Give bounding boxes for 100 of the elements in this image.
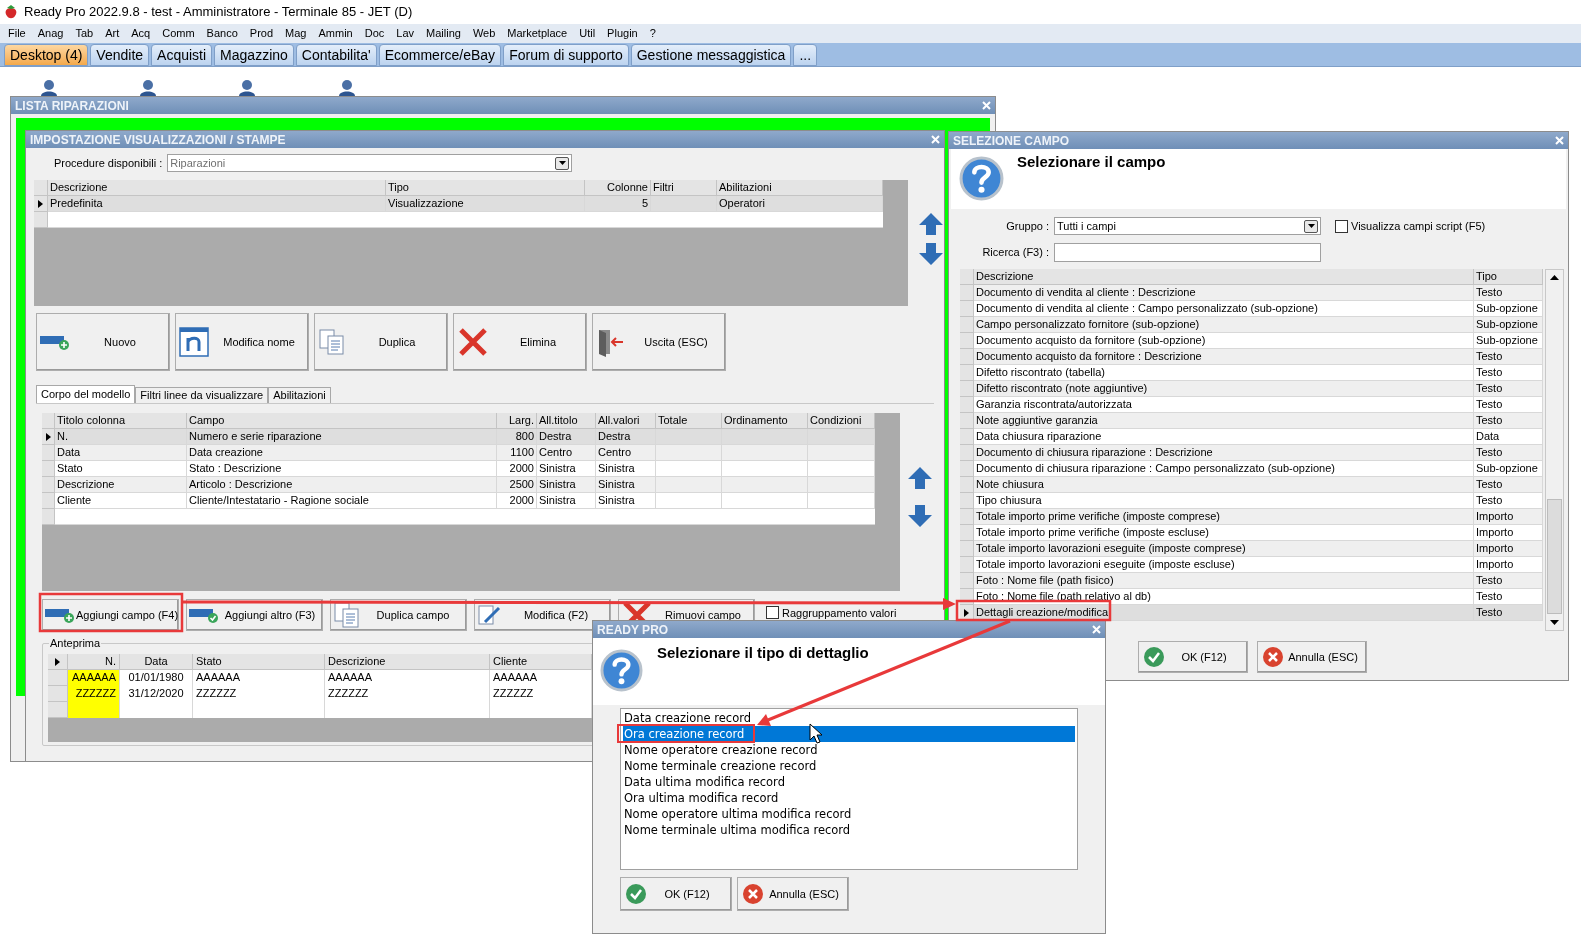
close-icon[interactable]: [1092, 625, 1101, 634]
menu-item[interactable]: Tab: [69, 25, 100, 42]
user-icon[interactable]: [139, 79, 157, 96]
column-header[interactable]: Descrizione: [974, 269, 1474, 285]
column-header[interactable]: All.titolo: [537, 413, 596, 429]
user-icon[interactable]: [238, 79, 256, 96]
menu-item[interactable]: Lav: [390, 25, 420, 42]
grid-corner: [42, 413, 55, 429]
toolbar-button[interactable]: Modifica nome: [175, 313, 309, 371]
scroll-thumb[interactable]: [1547, 499, 1562, 614]
row-pointer-icon: [55, 657, 60, 666]
list-item[interactable]: Data ultima modifica record: [623, 774, 1075, 790]
dialog-button[interactable]: OK (F12): [620, 877, 732, 911]
dropdown-button[interactable]: [555, 156, 570, 170]
list-item[interactable]: Ora creazione record: [623, 726, 1075, 742]
column-header[interactable]: All.valori: [596, 413, 656, 429]
search-field[interactable]: [1054, 243, 1321, 262]
scroll-up-icon[interactable]: [1550, 275, 1559, 280]
menu-item[interactable]: Doc: [358, 25, 391, 42]
menu-item[interactable]: Art: [99, 25, 126, 42]
dropdown-button[interactable]: [1304, 219, 1318, 233]
tab[interactable]: Gestione messaggistica: [630, 44, 792, 66]
tab[interactable]: Corpo del modello: [36, 385, 136, 403]
column-header[interactable]: Colonne: [585, 180, 651, 196]
menu-item[interactable]: Web: [466, 25, 502, 42]
menu-item[interactable]: Prod: [243, 25, 280, 42]
column-header[interactable]: Descrizione: [48, 180, 386, 196]
column-header[interactable]: Larg.: [497, 413, 537, 429]
row-header[interactable]: [42, 429, 55, 445]
menu-item[interactable]: Acq: [125, 25, 157, 42]
documents-icon: [318, 328, 346, 356]
tab[interactable]: Filtri linee da visualizzare: [135, 387, 269, 403]
list-item[interactable]: Nome operatore ultima modifica record: [623, 806, 1075, 822]
tab[interactable]: Forum di supporto: [503, 44, 629, 66]
user-icon[interactable]: [40, 79, 58, 96]
column-header[interactable]: Campo: [187, 413, 497, 429]
dialog-button[interactable]: Annulla (ESC): [737, 877, 849, 911]
toolbar-button[interactable]: Duplica: [314, 313, 448, 371]
tab[interactable]: Vendite: [90, 44, 150, 66]
column-header[interactable]: Data: [120, 654, 193, 670]
move-up-icon[interactable]: [918, 211, 944, 237]
column-header[interactable]: Ordinamento: [722, 413, 808, 429]
list-item[interactable]: Nome operatore creazione record: [623, 742, 1075, 758]
menu-item[interactable]: Banco: [200, 25, 244, 42]
tab[interactable]: ...: [793, 44, 818, 66]
move-down-icon[interactable]: [907, 503, 933, 529]
tab[interactable]: Magazzino: [214, 44, 294, 66]
user-icon[interactable]: [338, 79, 356, 96]
close-icon[interactable]: [1555, 136, 1564, 145]
menu-item[interactable]: Util: [573, 25, 602, 42]
column-header[interactable]: Tipo: [1474, 269, 1543, 285]
checkbox[interactable]: [1335, 219, 1348, 233]
scrollbar[interactable]: [1545, 269, 1564, 631]
list-item[interactable]: Ora ultima modifica record: [623, 790, 1075, 806]
menu-item[interactable]: Plugin: [601, 25, 644, 42]
close-icon[interactable]: [931, 135, 940, 144]
dialog-button[interactable]: OK (F12): [1138, 641, 1248, 673]
column-header[interactable]: Tipo: [386, 180, 585, 196]
toolbar-button[interactable]: Elimina: [453, 313, 587, 371]
table-cell: [656, 461, 722, 477]
menu-item[interactable]: Mag: [279, 25, 313, 42]
checkbox[interactable]: [766, 606, 779, 619]
menu-item[interactable]: Comm: [156, 25, 201, 42]
scroll-down-icon[interactable]: [1550, 620, 1559, 625]
action-button[interactable]: Aggiungi campo (F4): [42, 599, 179, 631]
move-down-icon[interactable]: [918, 241, 944, 267]
table-cell: Note chiusura: [974, 477, 1474, 493]
list-item[interactable]: Data creazione record: [623, 710, 1075, 726]
select-field[interactable]: Tutti i campi: [1054, 217, 1321, 235]
select-field[interactable]: Riparazioni: [167, 154, 573, 172]
menu-item[interactable]: File: [2, 25, 32, 42]
column-header[interactable]: Abilitazioni: [717, 180, 883, 196]
tab[interactable]: Ecommerce/eBay: [378, 44, 502, 66]
menu-item[interactable]: Ammin: [312, 25, 359, 42]
column-header[interactable]: Filtri: [651, 180, 717, 196]
menu-item[interactable]: Mailing: [420, 25, 467, 42]
toolbar-button[interactable]: Nuovo: [36, 313, 170, 371]
list-item[interactable]: Nome terminale creazione record: [623, 758, 1075, 774]
menu-item[interactable]: ?: [643, 25, 662, 42]
toolbar-button[interactable]: Uscita (ESC): [592, 313, 726, 371]
column-header[interactable]: Titolo colonna: [55, 413, 187, 429]
menu-item[interactable]: Marketplace: [501, 25, 574, 42]
close-icon[interactable]: [982, 101, 991, 110]
table-cell: Sinistra: [537, 477, 596, 493]
column-header[interactable]: Descrizione: [325, 654, 490, 670]
tab[interactable]: Acquisti: [151, 44, 213, 66]
dialog-button[interactable]: Annulla (ESC): [1257, 641, 1367, 673]
cancel-icon: [1262, 646, 1284, 668]
menu-item[interactable]: Anag: [31, 25, 70, 42]
column-header[interactable]: Stato: [193, 654, 325, 670]
move-up-icon[interactable]: [907, 465, 933, 491]
column-header[interactable]: N.: [68, 654, 120, 670]
column-header[interactable]: Cliente: [490, 654, 592, 670]
column-header[interactable]: Totale: [656, 413, 722, 429]
column-header[interactable]: Condizioni: [808, 413, 875, 429]
tab[interactable]: Contabilita': [295, 44, 377, 66]
tab[interactable]: Desktop (4): [4, 44, 89, 66]
list-item[interactable]: Nome terminale ultima modifica record: [623, 822, 1075, 838]
row-header[interactable]: [34, 196, 48, 212]
tab[interactable]: Abilitazioni: [268, 387, 331, 403]
